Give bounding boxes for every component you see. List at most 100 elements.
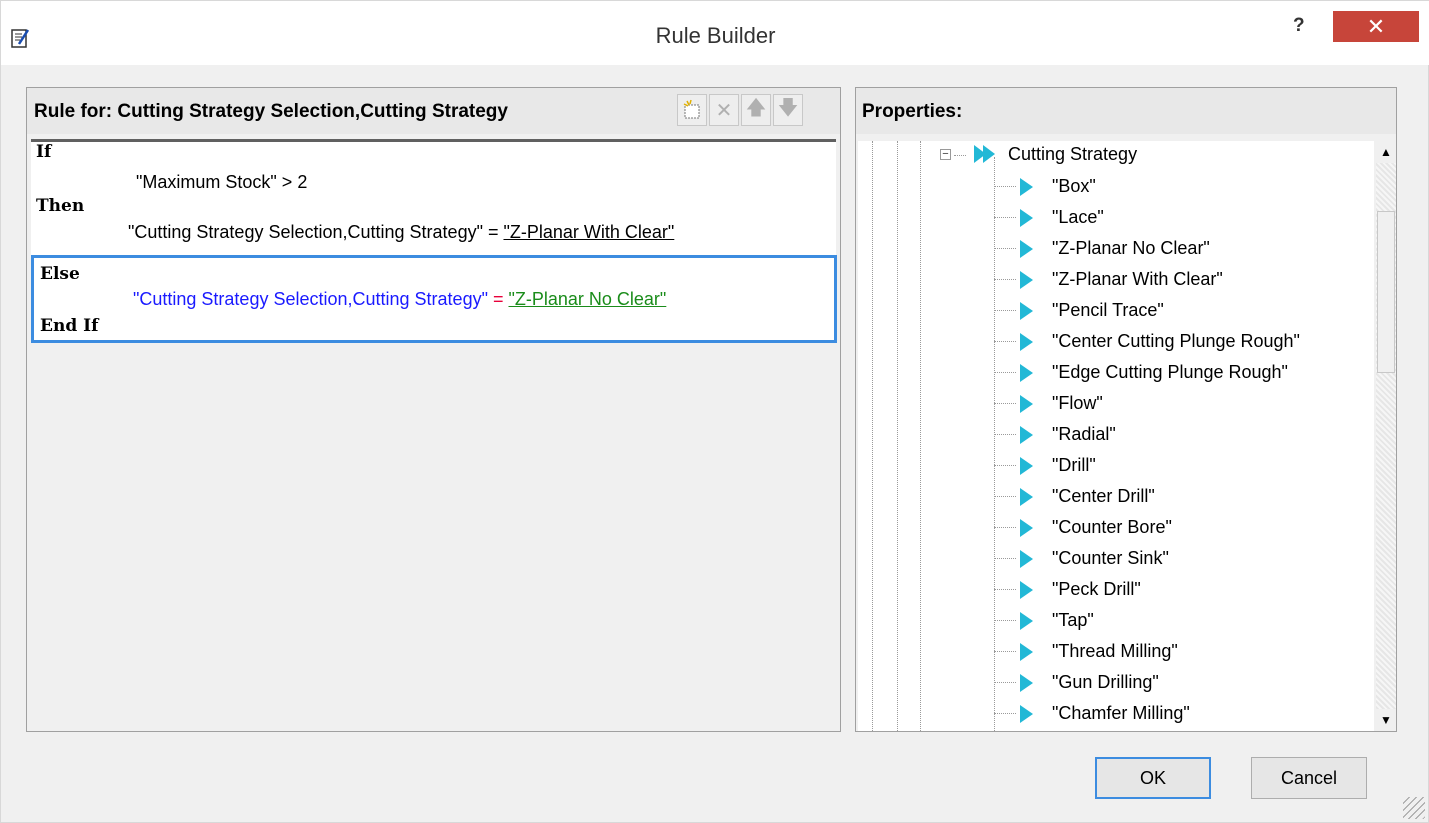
else-assignment[interactable]: "Cutting Strategy Selection,Cutting Stra… (133, 289, 666, 310)
value-arrow-icon (1020, 209, 1033, 227)
tree-item[interactable]: "Tap" (858, 606, 1374, 637)
else-target: "Cutting Strategy Selection,Cutting Stra… (133, 289, 488, 309)
value-arrow-icon (1020, 705, 1033, 723)
tree-connector (954, 155, 966, 156)
value-arrow-icon (1020, 302, 1033, 320)
scroll-up-button[interactable]: ▲ (1376, 141, 1396, 163)
new-rule-button[interactable] (677, 94, 707, 126)
tree-connector (994, 217, 1016, 218)
close-button[interactable]: ✕ (1333, 11, 1419, 42)
value-arrow-icon (1020, 488, 1033, 506)
scroll-down-button[interactable]: ▼ (1376, 709, 1396, 731)
properties-scrollbar[interactable]: ▲ ▼ (1376, 141, 1396, 731)
resize-grip[interactable] (1403, 797, 1425, 819)
value-arrow-icon (1020, 240, 1033, 258)
tree-connector (994, 341, 1016, 342)
tree-item-label: "Z-Planar With Clear" (1052, 269, 1223, 289)
tree-item-label: "Z-Planar No Clear" (1052, 238, 1210, 258)
tree-item-label: "Pencil Trace" (1052, 300, 1164, 320)
tree-item-label: "Counter Bore" (1052, 517, 1172, 537)
rule-builder-dialog: Rule Builder ? ✕ Rule for: Cutting Strat… (0, 0, 1429, 823)
tree-item[interactable]: "Gun Drilling" (858, 668, 1374, 699)
tree-item[interactable]: "Center Cutting Plunge Rough" (858, 327, 1374, 358)
tree-item-label: "Flow" (1052, 393, 1103, 413)
value-arrow-icon (1020, 674, 1033, 692)
tree-item[interactable]: "Flow" (858, 389, 1374, 420)
if-then-block[interactable]: If "Maximum Stock" > 2 Then "Cutting Str… (31, 139, 836, 257)
tree-connector (994, 434, 1016, 435)
tree-item-label: "Lace" (1052, 207, 1104, 227)
tree-item[interactable]: "Lace" (858, 203, 1374, 234)
value-arrow-icon (1020, 271, 1033, 289)
tree-item-label: "Box" (1052, 176, 1096, 196)
tree-item[interactable]: "Center Drill" (858, 482, 1374, 513)
tree-item[interactable]: "Chamfer Milling" (858, 699, 1374, 730)
tree-item[interactable]: "Radial" (858, 420, 1374, 451)
window-title: Rule Builder (655, 23, 776, 48)
tree-item-label: "Peck Drill" (1052, 579, 1141, 599)
properties-panel: Properties: − Cutting Strategy "Box" "La… (855, 87, 1397, 732)
tree-item-label: "Radial" (1052, 424, 1116, 444)
ok-button[interactable]: OK (1095, 757, 1211, 799)
tree-connector (994, 713, 1016, 714)
condition-text[interactable]: "Maximum Stock" > 2 (136, 172, 307, 193)
tree-connector (994, 403, 1016, 404)
value-arrow-icon (1020, 581, 1033, 599)
rule-panel-header: Rule for: Cutting Strategy Selection,Cut… (27, 88, 840, 134)
value-arrow-icon (1020, 178, 1033, 196)
tree-item[interactable]: "Pencil Trace" (858, 296, 1374, 327)
else-keyword: Else (40, 264, 80, 284)
rule-editor[interactable]: If "Maximum Stock" > 2 Then "Cutting Str… (29, 135, 838, 731)
rule-panel: Rule for: Cutting Strategy Selection,Cut… (26, 87, 841, 732)
tree-connector (994, 465, 1016, 466)
tree-item-label: "Gun Drilling" (1052, 672, 1159, 692)
arrow-down-icon: 🡇 (777, 97, 799, 119)
value-arrow-icon (1020, 612, 1033, 630)
value-arrow-icon (1020, 395, 1033, 413)
else-block[interactable]: Else "Cutting Strategy Selection,Cutting… (31, 255, 837, 343)
then-keyword: Then (36, 196, 85, 216)
tree-item-label: "Center Cutting Plunge Rough" (1052, 331, 1300, 351)
then-target: "Cutting Strategy Selection,Cutting Stra… (128, 222, 483, 242)
tree-item[interactable]: "Drill" (858, 451, 1374, 482)
then-value[interactable]: "Z-Planar With Clear" (503, 222, 674, 242)
tree-item[interactable]: "Z-Planar With Clear" (858, 265, 1374, 296)
collapse-icon[interactable]: − (940, 149, 951, 160)
value-arrow-icon (1020, 550, 1033, 568)
tree-item[interactable]: "Box" (858, 172, 1374, 203)
tree-item-label: "Edge Cutting Plunge Rough" (1052, 362, 1288, 382)
tree-connector (994, 651, 1016, 652)
delete-button[interactable]: ✕ (709, 94, 739, 126)
tree-item[interactable]: "Counter Sink" (858, 544, 1374, 575)
cancel-button[interactable]: Cancel (1251, 757, 1367, 799)
tree-item[interactable]: "Z-Planar No Clear" (858, 234, 1374, 265)
tree-root-cutting-strategy[interactable]: − Cutting Strategy (858, 141, 1374, 172)
value-arrow-icon (1020, 643, 1033, 661)
arrow-up-icon: 🡅 (745, 97, 767, 119)
tree-item-label: "Center Drill" (1052, 486, 1155, 506)
value-arrow-icon (1020, 364, 1033, 382)
move-up-button[interactable]: 🡅 (741, 94, 771, 126)
then-assignment[interactable]: "Cutting Strategy Selection,Cutting Stra… (128, 222, 674, 243)
tree-connector (994, 279, 1016, 280)
value-arrow-icon (1020, 519, 1033, 537)
tree-item-label: "Thread Milling" (1052, 641, 1178, 661)
properties-tree[interactable]: − Cutting Strategy "Box" "Lace" "Z-Plana… (858, 141, 1374, 731)
tree-connector (994, 527, 1016, 528)
tree-connector (994, 558, 1016, 559)
tree-item-label: "Chamfer Milling" (1052, 703, 1190, 723)
tree-item[interactable]: "Counter Bore" (858, 513, 1374, 544)
move-down-button[interactable]: 🡇 (773, 94, 803, 126)
new-rule-icon (683, 99, 700, 119)
tree-item[interactable]: "Peck Drill" (858, 575, 1374, 606)
else-value[interactable]: "Z-Planar No Clear" (508, 289, 666, 309)
tree-item[interactable]: "Edge Cutting Plunge Rough" (858, 358, 1374, 389)
tree-item[interactable]: "Thread Milling" (858, 637, 1374, 668)
scroll-thumb[interactable] (1377, 211, 1395, 373)
help-button[interactable]: ? (1293, 15, 1305, 37)
tree-connector (994, 589, 1016, 590)
tree-connector (994, 248, 1016, 249)
tree-root-label: Cutting Strategy (1008, 144, 1138, 164)
tree-item-label: "Counter Sink" (1052, 548, 1169, 568)
tree-connector (994, 310, 1016, 311)
